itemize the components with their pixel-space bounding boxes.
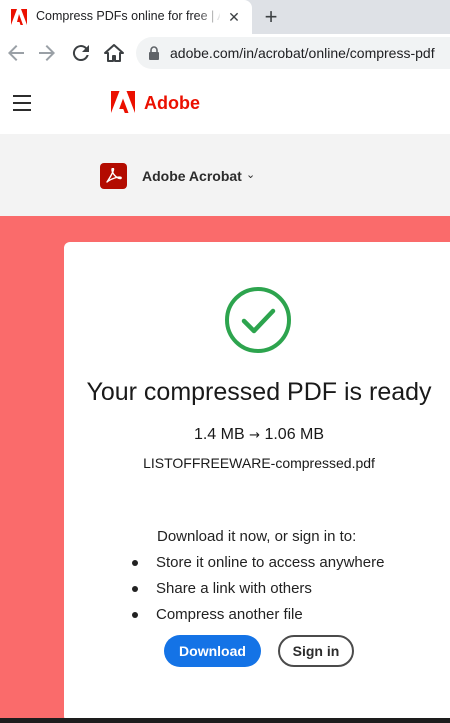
taskbar-edge xyxy=(0,718,450,723)
browser-tab[interactable]: Compress PDFs online for free | Adobe Ac… xyxy=(0,0,252,34)
url-text[interactable]: adobe.com/in/acrobat/online/compress-pdf xyxy=(170,45,435,61)
benefit-text: Share a link with others xyxy=(156,580,312,597)
site-header: Adobe xyxy=(0,72,450,134)
back-arrow-icon[interactable] xyxy=(4,41,28,65)
bullet-icon xyxy=(132,612,138,618)
adobe-logo-icon[interactable] xyxy=(111,91,135,113)
benefit-text: Compress another file xyxy=(156,606,303,623)
download-button[interactable]: Download xyxy=(164,635,261,667)
new-tab-button[interactable]: + xyxy=(258,4,284,30)
chevron-down-icon[interactable]: ⌄ xyxy=(246,168,255,181)
benefit-list: Store it online to access anywhere Share… xyxy=(132,552,384,630)
tab-title: Compress PDFs online for free | Adobe Ac… xyxy=(36,9,220,23)
right-arrow-icon: → xyxy=(249,428,260,443)
home-icon[interactable] xyxy=(102,41,126,65)
sign-in-button[interactable]: Sign in xyxy=(278,635,354,667)
benefit-text: Store it online to access anywhere xyxy=(156,554,385,571)
menu-icon[interactable] xyxy=(13,95,31,111)
list-item: Compress another file xyxy=(132,604,384,630)
adobe-brand-text[interactable]: Adobe xyxy=(144,93,200,114)
acrobat-logo-icon[interactable] xyxy=(100,163,127,189)
address-bar[interactable]: adobe.com/in/acrobat/online/compress-pdf xyxy=(136,37,450,69)
size-after: 1.06 MB xyxy=(264,426,325,443)
adobe-favicon-icon xyxy=(11,9,27,25)
product-name[interactable]: Adobe Acrobat xyxy=(142,168,242,184)
main-hero: Your compressed PDF is ready 1.4 MB → 1.… xyxy=(0,216,450,722)
lock-icon[interactable] xyxy=(148,46,160,60)
forward-arrow-icon[interactable] xyxy=(35,41,59,65)
browser-toolbar: adobe.com/in/acrobat/online/compress-pdf xyxy=(0,34,450,73)
tab-title-fade xyxy=(196,6,222,26)
product-bar: Adobe Acrobat ⌄ xyxy=(0,134,450,216)
list-item: Share a link with others xyxy=(132,578,384,604)
bullet-icon xyxy=(132,560,138,566)
size-comparison: 1.4 MB → 1.06 MB xyxy=(64,426,450,444)
file-name: LISTOFFREEWARE-compressed.pdf xyxy=(143,455,375,471)
list-item: Store it online to access anywhere xyxy=(132,552,384,578)
browser-tab-strip: Compress PDFs online for free | Adobe Ac… xyxy=(0,0,450,34)
close-tab-icon[interactable]: ✕ xyxy=(224,7,244,27)
reload-icon[interactable] xyxy=(69,41,93,65)
result-title: Your compressed PDF is ready xyxy=(86,378,432,406)
success-check-icon xyxy=(225,287,291,353)
result-card: Your compressed PDF is ready 1.4 MB → 1.… xyxy=(64,242,450,722)
signin-prompt: Download it now, or sign in to: xyxy=(157,528,357,545)
size-before: 1.4 MB xyxy=(193,426,245,443)
bullet-icon xyxy=(132,586,138,592)
